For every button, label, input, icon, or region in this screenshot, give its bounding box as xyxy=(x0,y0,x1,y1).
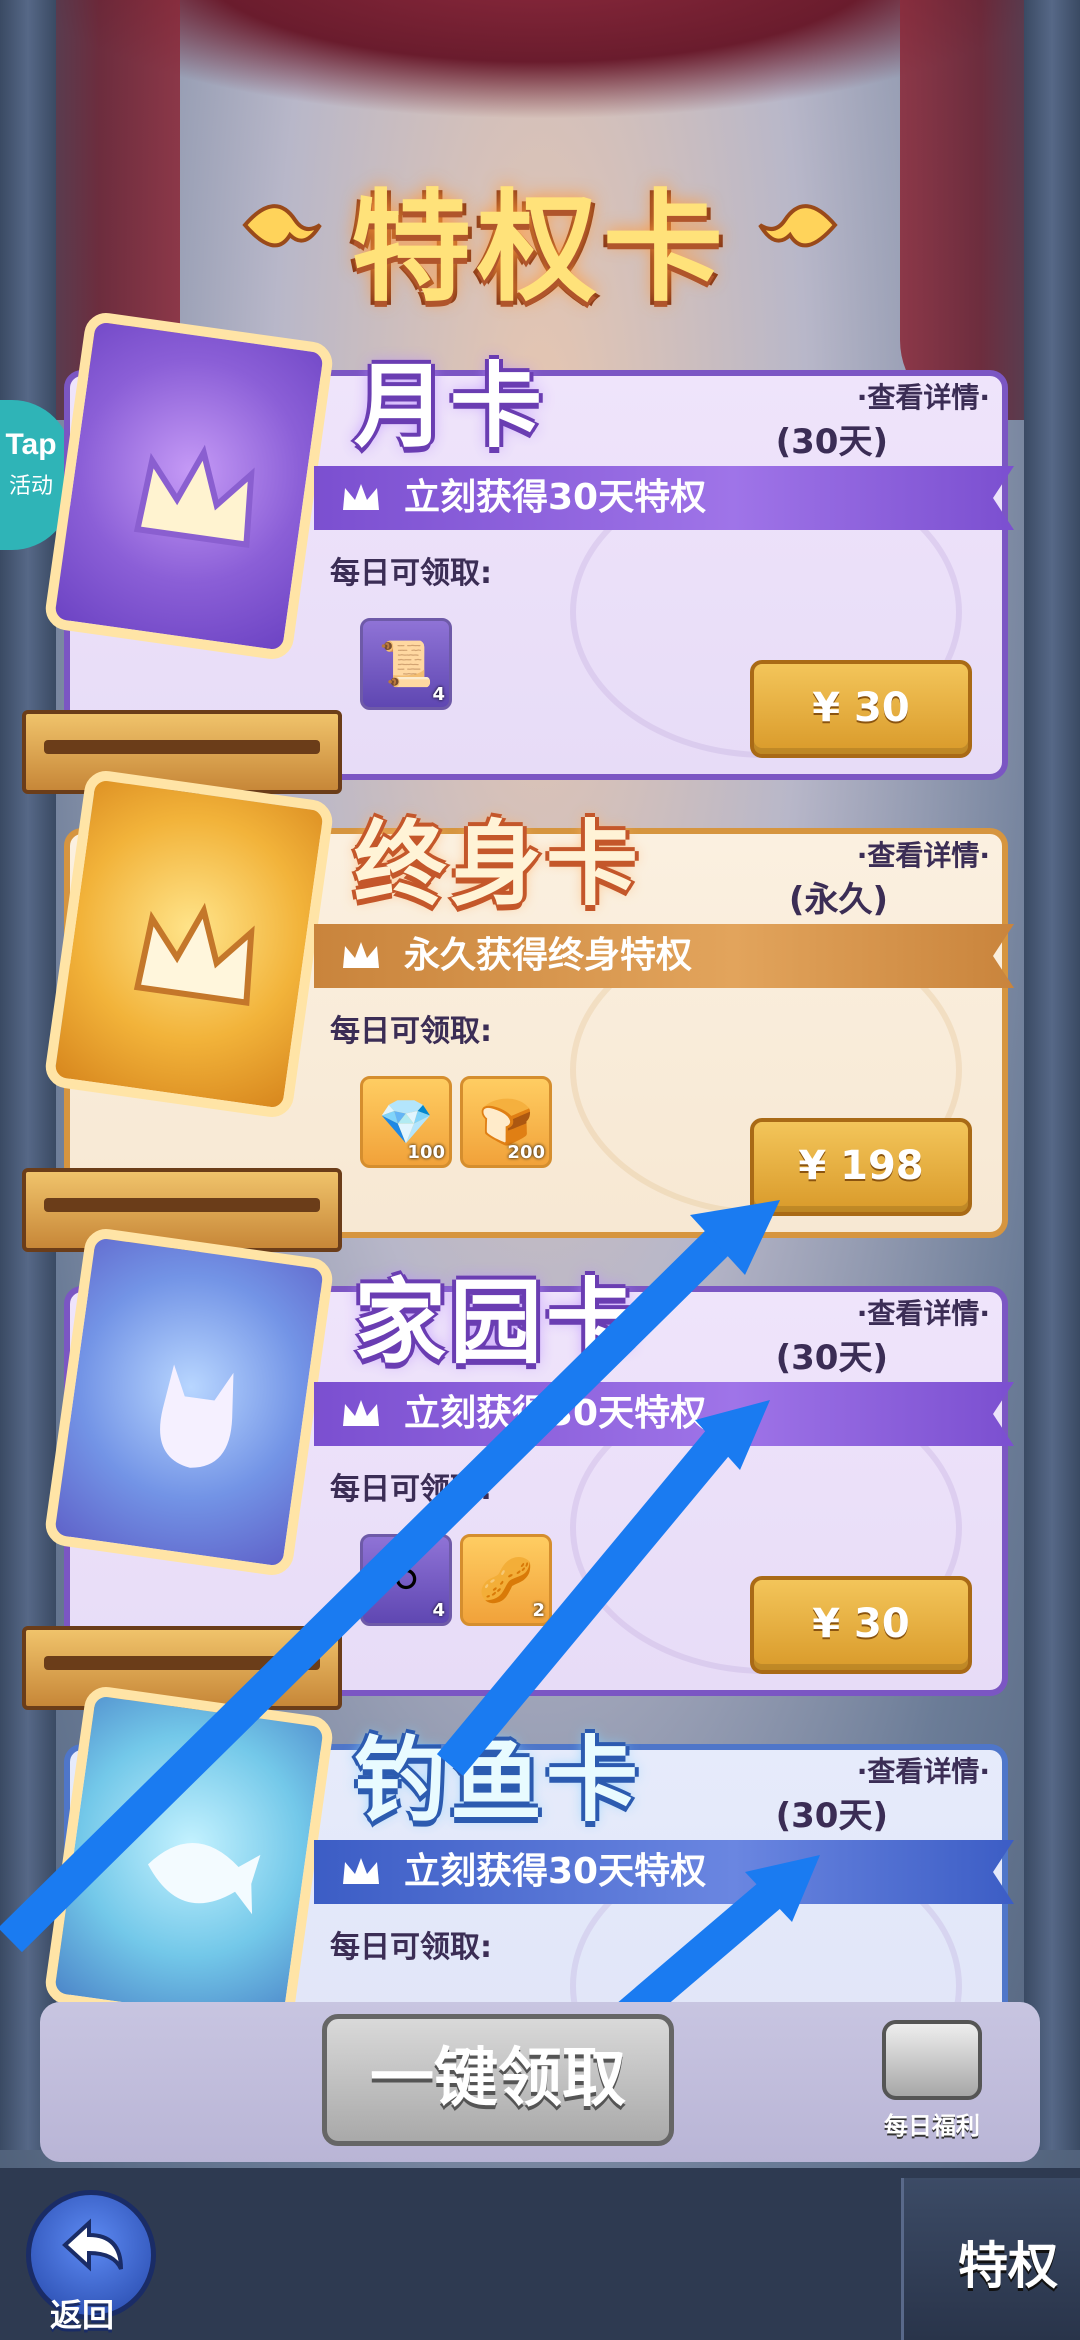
back-label: 返回 xyxy=(50,2296,115,2334)
treasure-chest-icon xyxy=(882,2020,982,2100)
back-arrow-icon xyxy=(62,2218,123,2272)
tab-privilege-label: 特权 xyxy=(958,2237,1058,2295)
daily-welfare-label: 每日福利 xyxy=(884,2112,980,2140)
swipe-arrows-overlay xyxy=(0,1200,820,2053)
claim-all-button[interactable]: 一键领取 xyxy=(322,2014,674,2146)
daily-welfare-button[interactable]: 每日福利 xyxy=(872,2020,992,2140)
